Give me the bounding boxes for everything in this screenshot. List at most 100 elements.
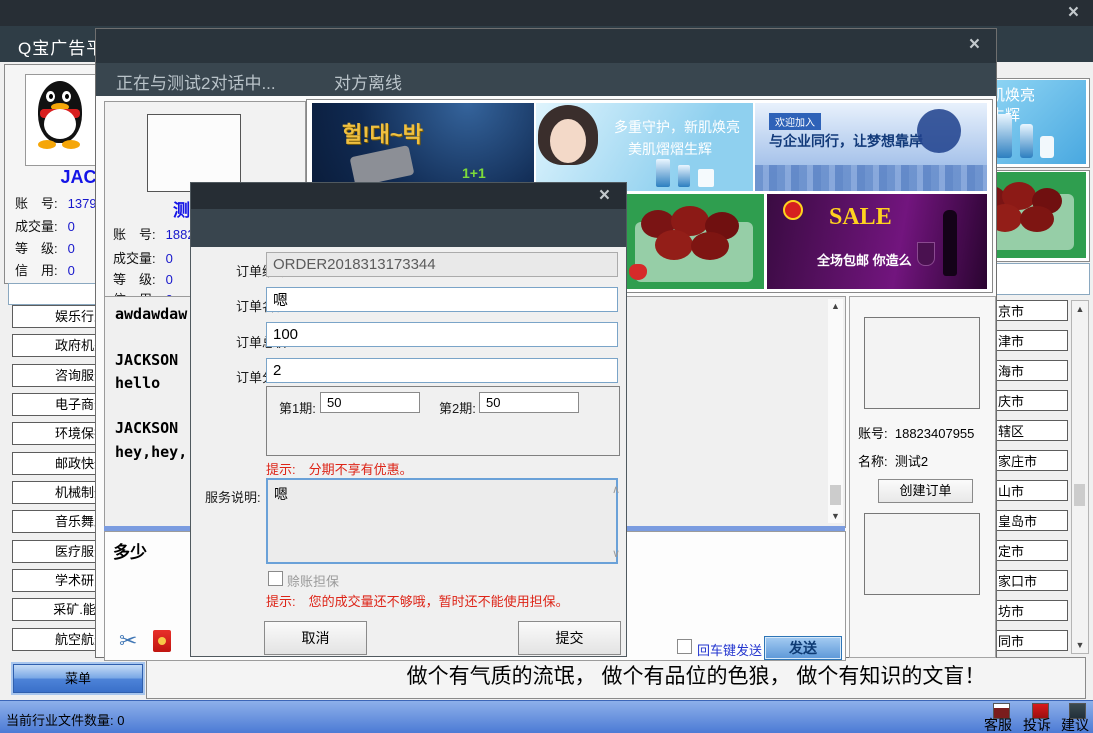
row-label: 信 用: — [15, 263, 58, 278]
date-fruit-shape — [691, 232, 729, 260]
scroll-down-icon[interactable]: ∨ — [612, 547, 620, 560]
guarantee-tip: 提示: 您的成交量还不够哦，暂时还不能使用担保。 — [266, 591, 569, 610]
row-label: 账号: — [858, 426, 888, 441]
screen: × Q宝广告平台 JACK 账 号:1379 成交量:0 等 级:0 信 用:0… — [0, 0, 1093, 733]
row-label: 账 号: — [15, 196, 58, 211]
row-value: 0 — [68, 263, 75, 278]
user-row: 信 用: 0 — [15, 260, 75, 279]
submit-button[interactable]: 提交 — [518, 621, 621, 655]
row-value: 0 — [166, 272, 173, 287]
peer-status-label: 对方离线 — [334, 69, 402, 94]
banner-text: 与企业同行，让梦想靠岸 — [769, 131, 923, 151]
scroll-down-icon[interactable]: ▼ — [1072, 640, 1088, 650]
model-face-shape — [550, 119, 586, 163]
chat-history-scrollbar[interactable]: ▲ ▼ — [828, 299, 843, 523]
peer-avatar — [147, 114, 241, 192]
menu-button[interactable]: 菜单 — [13, 664, 143, 693]
banner-text: 多重守护，新肌焕亮 — [614, 117, 740, 137]
banner-tag: 1+1 — [462, 165, 486, 181]
screenshot-scissors-icon[interactable]: ✂ — [119, 628, 137, 654]
installments-group: 第1期: 第2期: — [266, 386, 620, 456]
order-price-input[interactable] — [266, 322, 618, 347]
qq-foot — [38, 140, 56, 149]
user-row: 账 号:1379 — [15, 193, 97, 212]
banner-dates[interactable] — [625, 194, 764, 289]
banner-movie[interactable]: 헐!대~박 1+1 — [312, 103, 534, 191]
banner-text: 美肌熠熠生辉 — [628, 139, 712, 159]
seal-shape — [783, 200, 803, 220]
suggestion-link[interactable]: 建议 — [1061, 715, 1089, 733]
row-label: 账 号: — [113, 227, 156, 242]
chat-titlebar: × — [96, 29, 996, 63]
banner-badge: 欢迎加入 — [769, 113, 821, 130]
qq-penguin-icon — [36, 79, 84, 157]
chat-message: hello — [115, 374, 160, 392]
scroll-up-icon[interactable]: ∧ — [612, 483, 620, 496]
strawberry-shape — [629, 264, 647, 280]
chat-close-icon[interactable]: × — [969, 36, 980, 54]
create-order-dialog: × 订单编号: 订单名称: 订单总价: 订单分期: 第1期: 第2期: 提示: … — [190, 182, 627, 657]
scroll-thumb[interactable] — [1074, 484, 1085, 506]
order-installments-input[interactable] — [266, 358, 618, 383]
credit-guarantee-checkbox[interactable] — [268, 571, 283, 586]
credit-guarantee-label: 赊账担保 — [287, 571, 339, 590]
scroll-up-icon[interactable]: ▲ — [1072, 304, 1088, 314]
cancel-button[interactable]: 取消 — [264, 621, 367, 655]
marquee-text: 做个有气质的流氓， 做个有品位的色狼， 做个有知识的文盲！ — [147, 658, 1085, 696]
qq-eye — [62, 91, 71, 102]
period1-input[interactable] — [320, 392, 420, 413]
peer-row: 成交量:0 — [113, 248, 173, 267]
banner-text: 全场包邮 你造么 — [817, 250, 912, 269]
banner-corporate[interactable]: 欢迎加入 与企业同行，让梦想靠岸 — [755, 103, 987, 191]
row-label: 成交量: — [15, 219, 58, 234]
banner-cosmetics[interactable]: 多重守护，新肌焕亮 美肌熠熠生辉 — [536, 103, 753, 191]
qq-belly — [44, 109, 76, 139]
create-order-button[interactable]: 创建订单 — [878, 479, 973, 503]
peer-card-panel: 账号: 18823407955 名称: 测试2 创建订单 — [849, 296, 996, 658]
date-fruit-shape — [655, 230, 693, 260]
scroll-up-icon[interactable]: ▲ — [828, 301, 843, 311]
chat-header: 正在与测试2对话中... 对方离线 — [96, 63, 996, 96]
service-desc-textarea[interactable]: 嗯 — [266, 478, 618, 564]
complaint-link[interactable]: 投诉 — [1023, 715, 1051, 733]
chat-message-sender: JACKSON : — [115, 351, 196, 369]
left-search-input[interactable] — [8, 283, 98, 305]
date-fruit-shape — [1020, 206, 1054, 232]
bottle-shape — [698, 169, 714, 187]
main-close-icon[interactable]: × — [1068, 4, 1079, 22]
scroll-thumb[interactable] — [830, 485, 841, 505]
enter-to-send-label: 回车键发送 — [697, 640, 762, 659]
skyline-shape — [755, 165, 987, 191]
row-label: 等 级: — [113, 272, 156, 287]
user-row: 成交量:0 — [15, 216, 75, 235]
figure-shape — [917, 109, 961, 153]
city-list-scrollbar[interactable]: ▲ ▼ — [1071, 300, 1089, 654]
scroll-down-icon[interactable]: ▼ — [828, 511, 843, 521]
service-desc-label: 服务说明: — [205, 487, 261, 506]
banner-sale[interactable]: SALE 全场包邮 你造么 — [767, 194, 987, 289]
row-value: 0 — [166, 251, 173, 266]
period2-label: 第2期: — [439, 398, 476, 417]
status-file-count: 当前行业文件数量: 0 — [6, 710, 124, 729]
row-value: 0 — [68, 241, 75, 256]
dialog-titlebar: × — [191, 183, 626, 209]
peer-account-value: 18823407955 — [895, 426, 975, 441]
chat-message: hey,hey, — [115, 443, 187, 461]
order-name-input[interactable] — [266, 287, 618, 312]
chat-message-sender: JACKSON : — [115, 419, 196, 437]
peer-name-value: 测试2 — [895, 454, 928, 469]
banner-title: 헐!대~박 — [342, 117, 423, 149]
dialog-close-icon[interactable]: × — [599, 187, 610, 205]
period2-input[interactable] — [479, 392, 579, 413]
customer-service-link[interactable]: 客服 — [984, 715, 1012, 733]
enter-to-send-checkbox[interactable] — [677, 639, 692, 654]
user-avatar — [25, 74, 97, 166]
send-button[interactable]: 发送 — [764, 636, 842, 660]
chat-input-text: 多少 — [113, 538, 147, 563]
peer-account-row: 账号: 18823407955 — [858, 423, 974, 442]
row-label: 等 级: — [15, 241, 58, 256]
dialog-header-band — [191, 209, 626, 247]
red-envelope-icon[interactable] — [153, 630, 171, 652]
chat-tab-active[interactable]: 正在与测试2对话中... — [116, 69, 276, 94]
order-no-input[interactable] — [266, 252, 618, 277]
